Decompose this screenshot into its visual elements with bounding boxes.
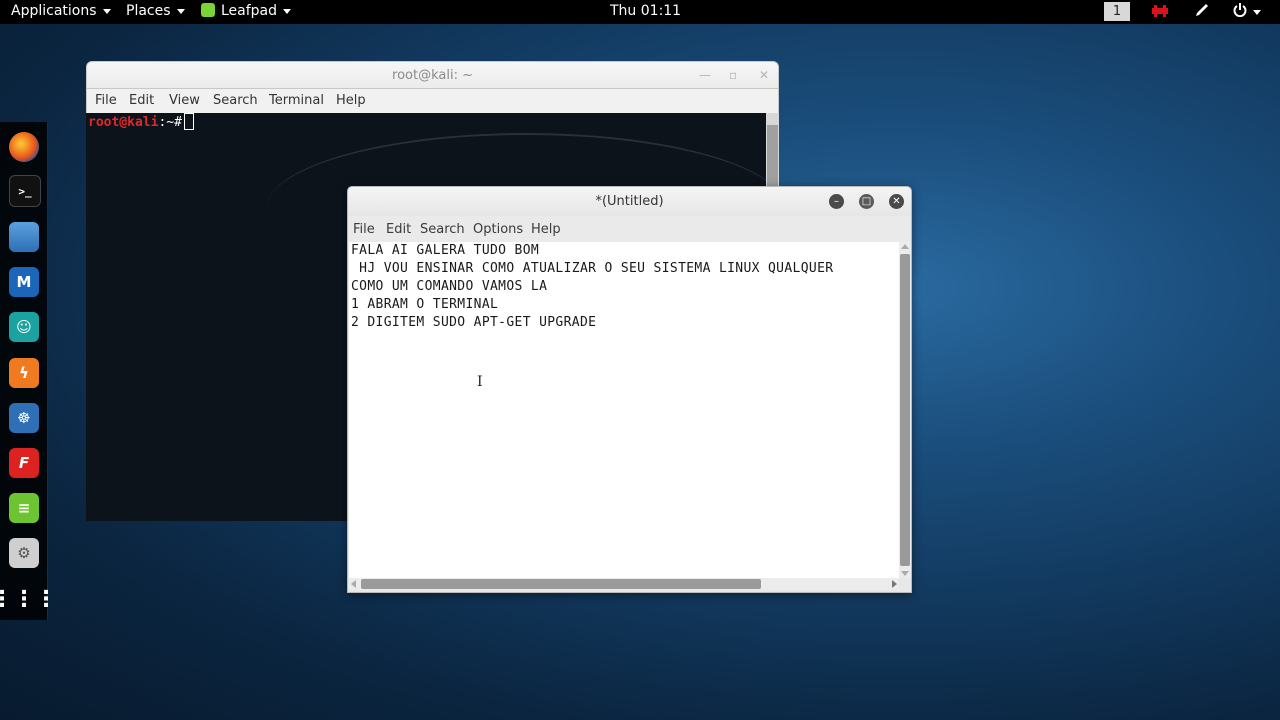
terminal-menu-search[interactable]: Search (213, 93, 258, 108)
power-menu[interactable] (1230, 0, 1264, 24)
maximize-icon[interactable]: □ (859, 194, 874, 209)
leafpad-menu-options[interactable]: Options (473, 222, 523, 237)
maximize-icon[interactable]: ▫ (729, 62, 737, 90)
text-line: COMO UM COMANDO VAMOS LA (351, 279, 548, 294)
chevron-down-icon (1253, 10, 1261, 15)
scroll-up-icon[interactable] (901, 244, 909, 249)
text-line: HJ VOU ENSINAR COMO ATUALIZAR O SEU SIST… (351, 261, 834, 276)
terminal-cursor (183, 113, 194, 130)
workspace-indicator[interactable]: 1 (1104, 2, 1130, 21)
firefox-icon[interactable] (9, 132, 39, 162)
chevron-down-icon (102, 8, 111, 14)
top-panel: Applications Places Leafpad Thu 01:11 1 (0, 0, 1280, 24)
scroll-left-icon[interactable] (351, 580, 356, 588)
scroll-down-icon[interactable] (901, 571, 909, 576)
text-line: 2 DIGITEM SUDO APT-GET UPGRADE (351, 315, 597, 330)
leafpad-text-area[interactable]: FALA AI GALERA TUDO BOM HJ VOU ENSINAR C… (349, 242, 899, 578)
places-menu[interactable]: Places (126, 0, 185, 24)
show-apps-icon[interactable]: ⋮⋮⋮ (0, 584, 57, 614)
terminal-menu-edit[interactable]: Edit (129, 93, 154, 108)
text-line: FALA AI GALERA TUDO BOM (351, 243, 540, 258)
terminal-scrollbar-thumb[interactable] (767, 125, 778, 186)
terminal-prompt: root@kali:~# (88, 113, 194, 131)
leafpad-window: *(Untitled) – □ ✕ File Edit Search Optio… (347, 186, 912, 593)
leafpad-horizontal-scrollbar[interactable] (349, 578, 899, 590)
pen-icon[interactable] (1192, 0, 1212, 24)
dock: >_ M ☺ ϟ ☸ F ≡ ⚙ ⋮⋮⋮ (0, 122, 57, 620)
terminal-menu-terminal[interactable]: Terminal (269, 93, 324, 108)
leafpad-vertical-scrollbar[interactable] (899, 242, 911, 578)
scroll-right-icon[interactable] (892, 580, 897, 588)
leafpad-menubar: File Edit Search Options Help (348, 216, 911, 242)
leafpad-title: *(Untitled) (595, 194, 664, 209)
metasploit-icon[interactable]: M (9, 267, 39, 297)
terminal-menu-view[interactable]: View (169, 93, 200, 108)
applications-label: Applications (11, 3, 97, 19)
close-icon[interactable]: ✕ (759, 62, 769, 90)
network-icon[interactable] (1150, 0, 1170, 24)
terminal-menu-file[interactable]: File (95, 93, 117, 108)
minimize-icon[interactable]: – (829, 194, 844, 209)
armitage-icon[interactable]: ☺ (9, 312, 39, 342)
leafpad-icon[interactable]: ≡ (9, 493, 39, 523)
terminal-icon[interactable]: >_ (9, 175, 41, 207)
settings-icon[interactable]: ⚙ (9, 538, 39, 568)
terminal-menubar: File Edit View Search Terminal Help (86, 89, 779, 113)
close-icon[interactable]: ✕ (889, 194, 904, 209)
leafpad-menu-file[interactable]: File (353, 222, 375, 237)
places-label: Places (126, 3, 171, 19)
terminal-titlebar[interactable]: root@kali: ~ — ▫ ✕ (86, 61, 779, 89)
chevron-down-icon (283, 8, 292, 14)
leafpad-titlebar[interactable]: *(Untitled) (348, 187, 911, 216)
text-cursor-icon: I (477, 374, 483, 390)
clock[interactable]: Thu 01:11 (610, 0, 681, 24)
burpsuite-icon[interactable]: ϟ (9, 358, 39, 388)
files-icon[interactable] (9, 222, 39, 252)
minimize-icon[interactable]: — (699, 62, 711, 90)
text-line: 1 ABRAM O TERMINAL (351, 297, 499, 312)
terminal-title: root@kali: ~ (392, 68, 473, 83)
leafpad-icon (201, 3, 215, 17)
terminal-menu-help[interactable]: Help (336, 93, 366, 108)
leafpad-menu-search[interactable]: Search (420, 222, 465, 237)
leafpad-horizontal-thumb[interactable] (361, 579, 761, 589)
power-icon (1233, 3, 1247, 18)
leafpad-menu-edit[interactable]: Edit (386, 222, 411, 237)
leafpad-menu-help[interactable]: Help (531, 222, 561, 237)
terminal-scrollbar[interactable] (766, 113, 779, 186)
leafpad-vertical-thumb[interactable] (900, 254, 910, 566)
faraday-icon[interactable]: F (9, 448, 39, 478)
active-app-label: Leafpad (221, 3, 278, 19)
applications-menu[interactable]: Applications (11, 0, 111, 24)
active-app-menu[interactable]: Leafpad (201, 0, 292, 24)
prompt-path: :~# (158, 115, 182, 130)
beef-icon[interactable]: ☸ (9, 403, 39, 433)
prompt-user: root@kali (88, 115, 159, 130)
chevron-down-icon (176, 8, 185, 14)
